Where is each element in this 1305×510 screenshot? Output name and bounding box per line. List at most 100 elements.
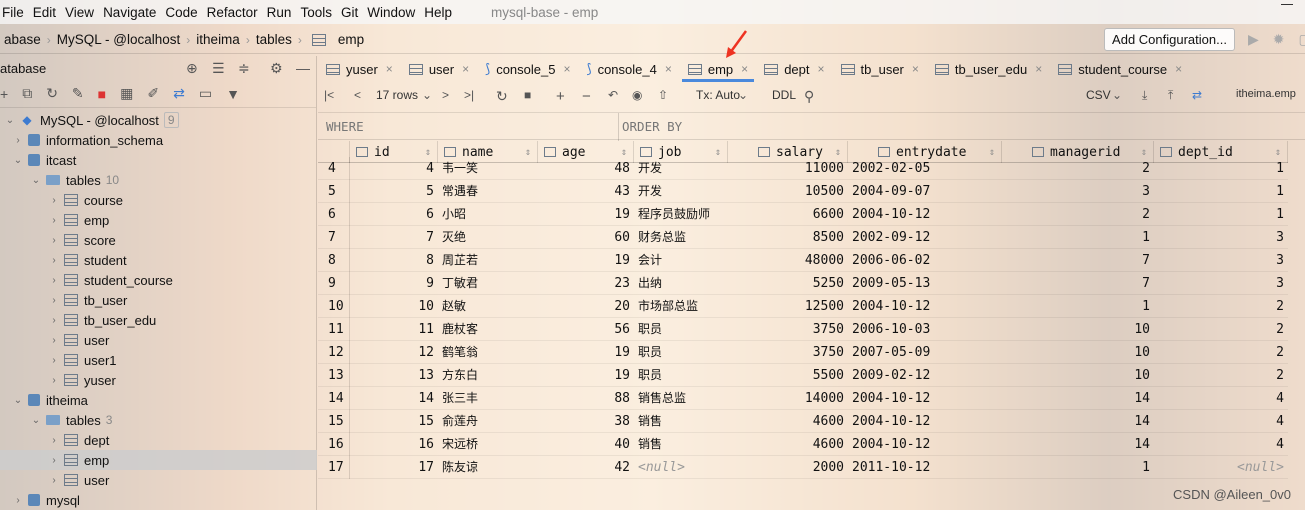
add-icon[interactable]: + [0, 86, 8, 102]
cell-id[interactable]: 4 [350, 157, 438, 180]
gear-icon[interactable]: ⚙ [270, 60, 283, 77]
cell-entrydate[interactable]: 2007-05-09 [848, 341, 1002, 364]
cell-id[interactable]: 17 [350, 456, 438, 479]
cell-dept-id[interactable]: 3 [1154, 272, 1288, 295]
tree-item-student[interactable]: › student [0, 250, 317, 270]
table-row[interactable]: 15 15 俞莲舟 38 销售 4600 2004-10-12 14 4 [318, 410, 1288, 433]
table-row[interactable]: 14 14 张三丰 88 销售总监 14000 2004-10-12 14 4 [318, 387, 1288, 410]
download-icon[interactable]: ⤓ [1142, 88, 1147, 103]
hide-icon[interactable]: — [296, 60, 310, 76]
cell-job[interactable]: 开发 [634, 180, 728, 203]
jump-icon[interactable]: ⇄ [173, 85, 185, 102]
tree-item-student-course[interactable]: › student_course [0, 270, 317, 290]
tree-item-itcast[interactable]: ⌄ itcast [0, 150, 317, 170]
cell-job[interactable]: 销售总监 [634, 387, 728, 410]
table-row[interactable]: 9 9 丁敏君 23 出纳 5250 2009-05-13 7 3 [318, 272, 1288, 295]
cell-job[interactable]: 财务总监 [634, 226, 728, 249]
cell-age[interactable]: 60 [538, 226, 634, 249]
cell-age[interactable]: 19 [538, 364, 634, 387]
chevron-down-icon[interactable]: ⌄ [12, 395, 24, 406]
stop-icon[interactable]: ■ [524, 88, 531, 102]
menu-item-run[interactable]: Run [265, 5, 299, 20]
chevron-right-icon[interactable]: › [48, 275, 60, 286]
cell-entrydate[interactable]: 2009-02-12 [848, 364, 1002, 387]
cell-managerid[interactable]: 1 [1002, 226, 1154, 249]
pencil-icon[interactable]: ✐ [147, 85, 159, 102]
cell-entrydate[interactable]: 2002-09-12 [848, 226, 1002, 249]
breadcrumb-item[interactable]: abase [4, 32, 41, 47]
debug-icon[interactable]: ✹ [1273, 31, 1285, 48]
tab-tb-user-edu[interactable]: tb_user_edu × [927, 56, 1050, 82]
console-icon[interactable]: ▭ [199, 85, 212, 102]
delete-row-icon[interactable]: − [582, 88, 591, 105]
upload-icon[interactable]: ⤒ [1168, 88, 1173, 103]
tree-item-emp[interactable]: › emp [0, 450, 317, 470]
tree-item-tables[interactable]: ⌄ tables 10 [0, 170, 317, 190]
cell-name[interactable]: 韦一笑 [438, 157, 538, 180]
breadcrumb-item[interactable]: tables [256, 32, 292, 47]
cell-managerid[interactable]: 3 [1002, 180, 1154, 203]
submit-icon[interactable]: ⇧ [658, 88, 668, 102]
tree-item-tables[interactable]: ⌄ tables 3 [0, 410, 317, 430]
refresh-icon[interactable]: ↻ [496, 88, 508, 105]
chevron-right-icon[interactable]: › [48, 475, 60, 486]
cell-id[interactable]: 5 [350, 180, 438, 203]
cell-age[interactable]: 19 [538, 249, 634, 272]
close-icon[interactable]: × [912, 62, 919, 76]
cell-managerid[interactable]: 2 [1002, 203, 1154, 226]
close-icon[interactable]: × [386, 62, 393, 76]
stop-icon[interactable]: ▢ [1299, 31, 1305, 48]
cell-dept-id[interactable]: 4 [1154, 387, 1288, 410]
cell-managerid[interactable]: 10 [1002, 318, 1154, 341]
tab-tb-user[interactable]: tb_user × [833, 56, 927, 82]
cell-dept-id[interactable]: 4 [1154, 410, 1288, 433]
cell-job[interactable]: 销售 [634, 410, 728, 433]
edit-icon[interactable]: ✎ [72, 85, 84, 102]
chevron-right-icon[interactable]: › [48, 215, 60, 226]
tab-user[interactable]: user × [401, 56, 477, 82]
connection-label[interactable]: itheima.emp [1236, 88, 1296, 100]
menu-item-view[interactable]: View [63, 5, 101, 20]
sort-icon[interactable]: ⇕ [1275, 147, 1281, 158]
cell-entrydate[interactable]: 2002-02-05 [848, 157, 1002, 180]
chevron-down-icon[interactable]: ⌄ [12, 155, 24, 166]
sort-icon[interactable]: ⇕ [715, 147, 721, 158]
chevron-right-icon[interactable]: › [48, 455, 60, 466]
menu-item-help[interactable]: Help [422, 5, 459, 20]
collapse-all-icon[interactable]: ≑ [238, 60, 250, 77]
cell-id[interactable]: 13 [350, 364, 438, 387]
table-row[interactable]: 17 17 陈友谅 42 <null> 2000 2011-10-12 1 <null> [318, 456, 1288, 479]
chevron-right-icon[interactable]: › [48, 235, 60, 246]
tree-item-emp[interactable]: › emp [0, 210, 317, 230]
tab-dept[interactable]: dept × [756, 56, 832, 82]
ddl-button[interactable]: DDL [772, 88, 796, 102]
cell-id[interactable]: 15 [350, 410, 438, 433]
cell-entrydate[interactable]: 2004-10-12 [848, 203, 1002, 226]
run-icon[interactable]: ▶ [1248, 31, 1259, 48]
cell-job[interactable]: 职员 [634, 318, 728, 341]
chevron-right-icon[interactable]: › [48, 195, 60, 206]
cell-id[interactable]: 8 [350, 249, 438, 272]
cell-name[interactable]: 赵敏 [438, 295, 538, 318]
cell-salary[interactable]: 12500 [728, 295, 848, 318]
cell-job[interactable]: 职员 [634, 341, 728, 364]
cell-salary[interactable]: 2000 [728, 456, 848, 479]
chevron-right-icon[interactable]: › [12, 135, 24, 146]
cell-name[interactable]: 常遇春 [438, 180, 538, 203]
sort-icon[interactable]: ⇕ [1141, 147, 1147, 158]
menu-item-tools[interactable]: Tools [298, 5, 339, 20]
rows-dropdown-icon[interactable]: ⌄ [422, 88, 432, 102]
cell-id[interactable]: 7 [350, 226, 438, 249]
jump-icon[interactable]: ⇄ [1192, 88, 1202, 102]
table-row[interactable]: 13 13 方东白 19 职员 5500 2009-02-12 10 2 [318, 364, 1288, 387]
csv-dropdown-icon[interactable]: ⌄ [1112, 88, 1122, 102]
cell-age[interactable]: 23 [538, 272, 634, 295]
tree-item-user[interactable]: › user [0, 330, 317, 350]
tx-dropdown-icon[interactable]: ⌄ [738, 88, 748, 102]
next-page-icon[interactable]: > [442, 88, 449, 102]
tree-item-course[interactable]: › course [0, 190, 317, 210]
cell-salary[interactable]: 14000 [728, 387, 848, 410]
close-icon[interactable]: × [665, 62, 672, 76]
cell-job[interactable]: 销售 [634, 433, 728, 456]
tree-item-user1[interactable]: › user1 [0, 350, 317, 370]
